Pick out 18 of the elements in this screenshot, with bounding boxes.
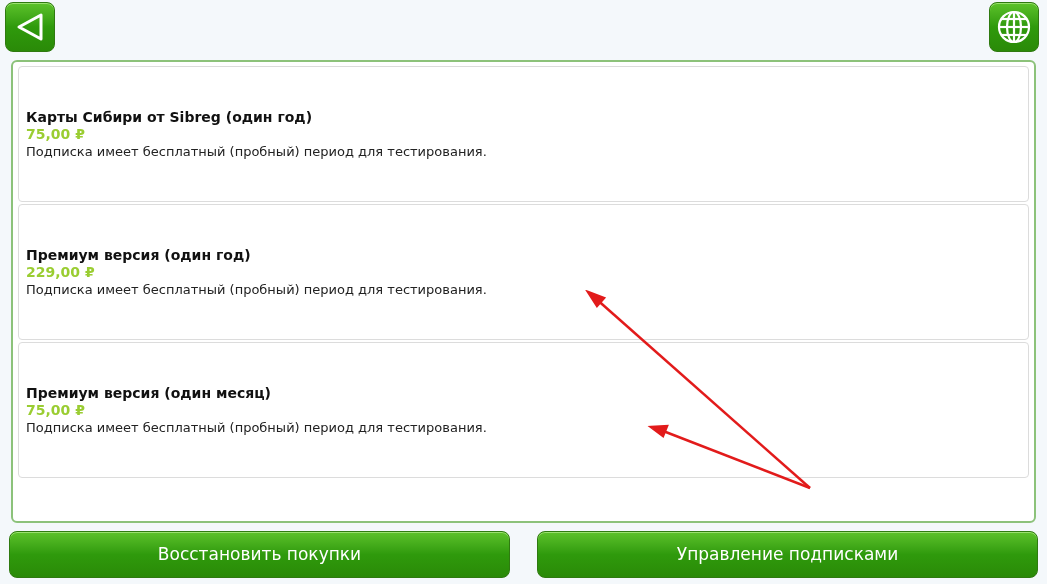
globe-icon: [997, 10, 1031, 44]
subscription-title: Премиум версия (один месяц): [26, 384, 272, 402]
subscription-note: Подписка имеет бесплатный (пробный) период для тестирования.: [26, 280, 488, 298]
subscription-price: 75,00 ₽: [26, 125, 86, 143]
back-triangle-icon: [15, 12, 45, 42]
subscription-price: 75,00 ₽: [26, 401, 86, 419]
subscription-card[interactable]: Карты Сибири от Sibreg (один год) 75,00 ₽ Подписка имеет бесплатный (пробный) период для тестирования.: [18, 66, 1029, 202]
subscription-title: Премиум версия (один год): [26, 246, 252, 264]
subscription-note: Подписка имеет бесплатный (пробный) период для тестирования.: [26, 418, 488, 436]
subscription-title: Карты Сибири от Sibreg (один год): [26, 108, 314, 126]
subscription-price: 229,00 ₽: [26, 263, 96, 281]
subscription-card[interactable]: Премиум версия (один месяц) 75,00 ₽ Подписка имеет бесплатный (пробный) период для тестирования.: [18, 342, 1029, 478]
subscription-note: Подписка имеет бесплатный (пробный) период для тестирования.: [26, 142, 488, 160]
back-button[interactable]: [5, 2, 55, 52]
language-button[interactable]: [989, 2, 1039, 52]
action-button[interactable]: Управление подписками: [537, 531, 1038, 578]
subscription-card[interactable]: Премиум версия (один год) 229,00 ₽ Подписка имеет бесплатный (пробный) период для тестирования.: [18, 204, 1029, 340]
action-button[interactable]: Восстановить покупки: [9, 531, 510, 578]
